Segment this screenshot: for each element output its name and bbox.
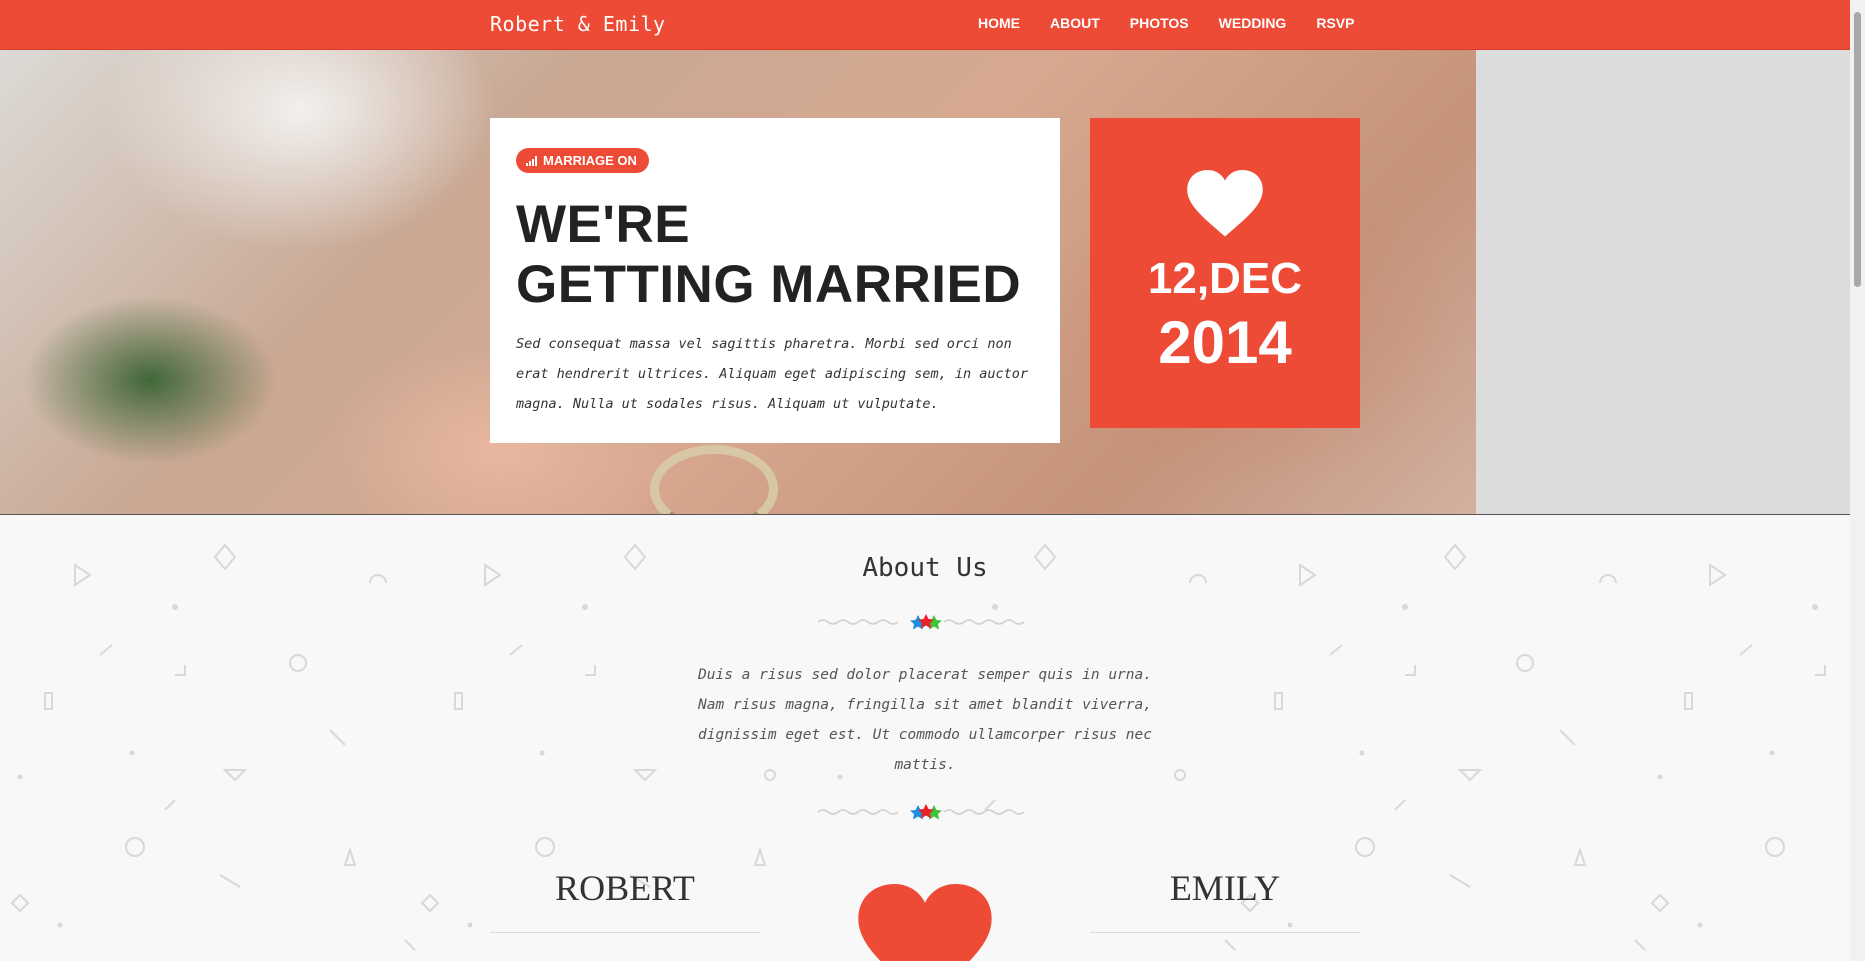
nav-photos-link[interactable]: PHOTOS [1130, 15, 1189, 31]
announcement-card: MARRIAGE ON WE'RE GETTING MARRIED Sed co… [490, 118, 1060, 443]
divider-stars-icon [817, 804, 1025, 820]
bride-divider [1090, 932, 1360, 933]
scrollbar-thumb[interactable] [1854, 12, 1861, 287]
headline-line-2: GETTING MARRIED [516, 255, 1022, 314]
nav-rsvp-link[interactable]: RSVP [1316, 15, 1354, 31]
wedding-ring-image [650, 445, 778, 514]
hero-description: Sed consequat massa vel sagittis pharetr… [516, 336, 1029, 412]
signal-icon [526, 155, 537, 166]
hero-headline: WE'RE GETTING MARRIED [516, 195, 1034, 315]
page-scrollbar[interactable] [1850, 0, 1865, 961]
hero-side-panel [1476, 50, 1850, 514]
nav-home-link[interactable]: HOME [978, 15, 1020, 31]
nav-about-link[interactable]: ABOUT [1050, 15, 1100, 31]
marriage-on-badge: MARRIAGE ON [516, 148, 649, 173]
about-title: About Us [862, 553, 988, 583]
wedding-date-box: 12,DEC 2014 [1090, 118, 1360, 428]
nav-links: HOME ABOUT PHOTOS WEDDING RSVP [978, 15, 1354, 31]
heart-icon [858, 884, 992, 961]
about-section: About Us Duis a risus sed dolor placerat… [0, 515, 1850, 961]
bride-name: EMILY [1169, 868, 1281, 908]
heart-icon [1187, 170, 1263, 237]
divider-stars-icon [817, 614, 1025, 630]
wedding-date-day: 12,DEC [1147, 254, 1303, 303]
groom-name: ROBERT [555, 868, 695, 908]
site-brand[interactable]: Robert & Emily [490, 12, 666, 36]
about-description: Duis a risus sed dolor placerat semper q… [698, 667, 1152, 773]
headline-line-1: WE'RE [516, 195, 691, 254]
wedding-date-year: 2014 [1158, 309, 1292, 376]
groom-divider [490, 932, 760, 933]
nav-wedding-link[interactable]: WEDDING [1219, 15, 1287, 31]
top-navbar: Robert & Emily HOME ABOUT PHOTOS WEDDING… [0, 0, 1850, 50]
badge-label: MARRIAGE ON [543, 153, 637, 168]
